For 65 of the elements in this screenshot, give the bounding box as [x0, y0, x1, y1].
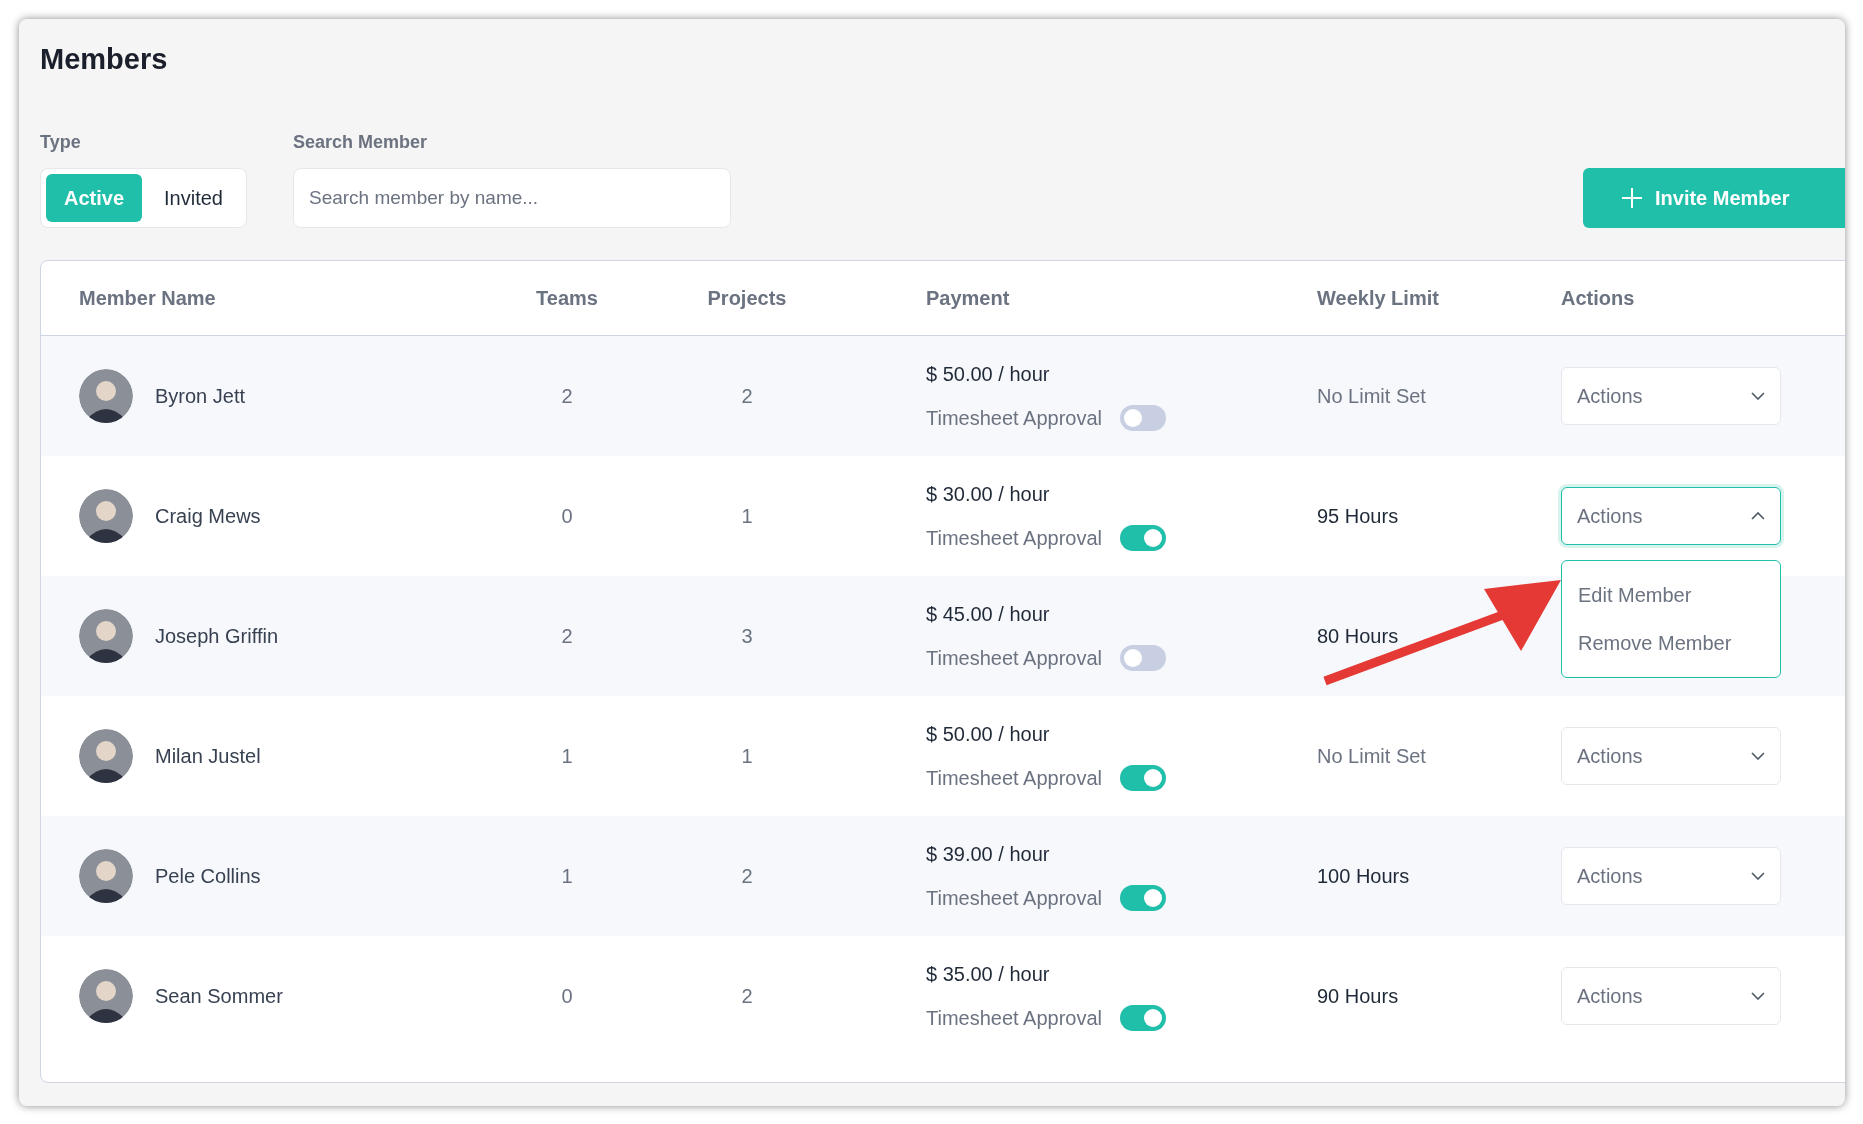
projects-count: 2	[741, 864, 753, 889]
hourly-rate: $ 30.00 / hour	[926, 482, 1051, 507]
weekly-limit: No Limit Set	[1317, 384, 1427, 409]
teams-count: 0	[561, 984, 573, 1009]
search-label: Search Member	[292, 131, 429, 154]
member-name: Byron Jett	[155, 384, 246, 409]
member-name: Craig Mews	[155, 504, 261, 529]
column-header: Weekly Limit	[1317, 286, 1440, 311]
hourly-rate: $ 50.00 / hour	[926, 722, 1051, 747]
chevron-down-icon	[1751, 992, 1765, 1000]
toggle-switch[interactable]	[1120, 405, 1166, 431]
approval-label: Timesheet Approval	[926, 646, 1102, 671]
projects-count: 1	[741, 504, 753, 529]
search-field[interactable]: Search member by name...	[292, 168, 731, 228]
approval-label: Timesheet Approval	[926, 1006, 1102, 1031]
chevron-down-icon	[1751, 392, 1765, 400]
member-name: Milan Justel	[155, 744, 261, 769]
toggle-switch[interactable]	[1120, 645, 1166, 671]
chevron-up-icon	[1751, 512, 1765, 520]
plus-icon	[1621, 187, 1643, 209]
column-header: Member Name	[79, 286, 217, 311]
teams-count: 2	[561, 624, 573, 649]
weekly-limit: 90 Hours	[1317, 984, 1400, 1009]
weekly-limit: 95 Hours	[1317, 504, 1400, 529]
page-title: Members	[40, 45, 169, 74]
projects-count: 2	[741, 384, 753, 409]
toggle-switch[interactable]	[1120, 885, 1166, 911]
weekly-limit: 80 Hours	[1317, 624, 1400, 649]
menu-item[interactable]: Remove Member	[1562, 619, 1780, 667]
column-header: Teams	[536, 286, 598, 311]
projects-count: 3	[741, 624, 753, 649]
projects-count: 1	[741, 744, 753, 769]
weekly-limit: 100 Hours	[1317, 864, 1411, 889]
approval-label: Timesheet Approval	[926, 526, 1102, 551]
toggle-switch[interactable]	[1120, 765, 1166, 791]
teams-count: 2	[561, 384, 573, 409]
column-header: Actions	[1561, 286, 1636, 311]
actions-dropdown[interactable]: Actions	[1561, 727, 1781, 785]
column-header: Projects	[707, 286, 787, 311]
member-name: Pele Collins	[155, 864, 261, 889]
actions-dropdown[interactable]: Actions	[1561, 487, 1781, 545]
type-label: Type	[40, 131, 82, 154]
menu-item[interactable]: Edit Member	[1562, 571, 1780, 619]
hourly-rate: $ 45.00 / hour	[926, 602, 1051, 627]
chevron-down-icon	[1751, 752, 1765, 760]
teams-count: 1	[561, 744, 573, 769]
toggle-switch[interactable]	[1120, 525, 1166, 551]
projects-count: 2	[741, 984, 753, 1009]
actions-dropdown[interactable]: Actions	[1561, 367, 1781, 425]
hourly-rate: $ 39.00 / hour	[926, 842, 1051, 867]
member-name: Joseph Griffin	[155, 624, 279, 649]
hourly-rate: $ 50.00 / hour	[926, 362, 1051, 387]
approval-label: Timesheet Approval	[926, 406, 1102, 431]
actions-dropdown[interactable]: Actions	[1561, 967, 1781, 1025]
actions-dropdown[interactable]: Actions	[1561, 847, 1781, 905]
member-name: Sean Sommer	[155, 984, 283, 1009]
weekly-limit: No Limit Set	[1317, 744, 1427, 769]
approval-label: Timesheet Approval	[926, 886, 1102, 911]
column-header: Payment	[925, 286, 1011, 311]
chevron-down-icon	[1751, 872, 1765, 880]
teams-count: 0	[561, 504, 573, 529]
approval-label: Timesheet Approval	[926, 766, 1102, 791]
toggle-switch[interactable]	[1120, 1005, 1166, 1031]
hourly-rate: $ 35.00 / hour	[926, 962, 1051, 987]
teams-count: 1	[561, 864, 573, 889]
